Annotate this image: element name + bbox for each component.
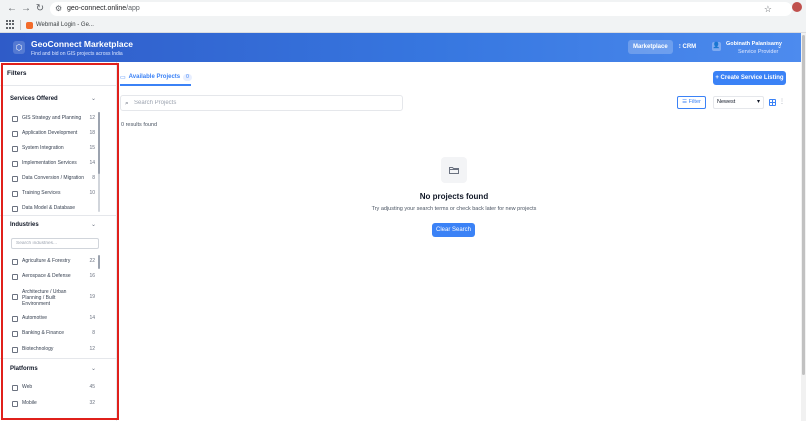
search-icon: ⌕ [125, 100, 129, 107]
option-aerospace[interactable]: Aerospace & Defense 16 [12, 273, 95, 280]
bookmark-divider [20, 20, 21, 30]
option-app-development[interactable]: Application Development 18 [12, 130, 95, 137]
checkbox[interactable] [12, 401, 18, 407]
filters-sidebar: Filters Services Offered ⌄ GIS Strategy … [0, 62, 117, 421]
option-gis-strategy[interactable]: GIS Strategy and Planning 12 [12, 115, 95, 122]
filters-title: Filters [7, 70, 27, 77]
app-header: ⬡ GeoConnect Marketplace Find and bid on… [0, 33, 801, 62]
checkbox[interactable] [12, 385, 18, 391]
option-mobile[interactable]: Mobile 32 [12, 400, 95, 407]
page-scroll-thumb[interactable] [802, 35, 805, 375]
checkbox[interactable] [12, 274, 18, 280]
option-biotechnology[interactable]: Biotechnology 12 [12, 346, 95, 353]
section-title-industries[interactable]: Industries [10, 222, 39, 228]
empty-state-subtitle: Try adjusting your search terms or check… [371, 206, 537, 212]
checkbox[interactable] [12, 161, 18, 167]
chevron-down-icon[interactable]: ⌄ [777, 43, 782, 50]
divider [0, 358, 116, 359]
bookmark-star-icon[interactable]: ☆ [764, 3, 772, 15]
address-bar[interactable]: ⚙ geo-connect.online/app ☆ [50, 2, 792, 16]
brand-title: GeoConnect Marketplace [31, 39, 134, 49]
chevron-down-icon: ▾ [756, 99, 760, 105]
bookmark-webmail[interactable]: Webmail Login - Ge... [26, 19, 94, 31]
webmail-favicon-icon [26, 21, 33, 29]
user-name[interactable]: Gobinath Palanisamy [726, 41, 782, 47]
chart-icon: ⫶ [679, 44, 681, 50]
tab-underline [120, 84, 191, 86]
create-service-listing-button[interactable]: + Create Service Listing [713, 71, 786, 85]
sort-select[interactable]: Newest ▾ [713, 96, 764, 109]
chevron-down-icon[interactable]: ⌄ [91, 365, 96, 372]
search-input[interactable] [134, 98, 394, 108]
brand-subtitle: Find and bid on GIS projects across Indi… [31, 51, 123, 57]
logo-icon: ⬡ [13, 41, 25, 54]
results-count: 0 results found [121, 122, 158, 128]
services-scroll-thumb[interactable] [98, 112, 100, 174]
divider [0, 215, 116, 216]
checkbox[interactable] [12, 146, 18, 152]
empty-state-title: No projects found [419, 192, 489, 201]
checkbox[interactable] [12, 259, 18, 265]
forward-icon[interactable]: → [20, 3, 32, 15]
tab-count-badge: 0 [183, 73, 192, 81]
divider [0, 85, 116, 86]
option-training[interactable]: Training Services 10 [12, 190, 95, 197]
tab-available-projects[interactable]: ▭ Available Projects 0 [120, 70, 192, 84]
grid-view-icon[interactable] [769, 99, 776, 106]
user-role: Service Provider [738, 49, 779, 55]
checkbox[interactable] [12, 176, 18, 182]
crm-button[interactable]: ⫶ CRM [674, 40, 701, 54]
industries-search-input[interactable] [11, 238, 99, 249]
site-info-icon[interactable]: ⚙ [55, 4, 62, 14]
user-avatar-icon[interactable]: 👤 [712, 42, 721, 51]
option-system-integration[interactable]: System Integration 15 [12, 145, 95, 152]
page-scrollbar[interactable] [801, 33, 806, 421]
section-title-platforms[interactable]: Platforms [10, 366, 38, 372]
checkbox[interactable] [12, 131, 18, 137]
url-text[interactable]: geo-connect.online/app [67, 4, 140, 14]
filter-button[interactable]: ☰ Filter [677, 96, 706, 109]
bookmarks-bar: Webmail Login - Ge... [0, 18, 806, 32]
marketplace-button[interactable]: Marketplace [628, 40, 673, 54]
checkbox[interactable] [12, 191, 18, 197]
checkbox[interactable] [12, 331, 18, 337]
option-automotive[interactable]: Automotive 14 [12, 315, 95, 322]
checkbox[interactable] [12, 294, 18, 300]
folder-icon: ▭ [120, 74, 126, 81]
option-banking[interactable]: Banking & Finance 8 [12, 330, 95, 337]
option-agriculture[interactable]: Agriculture & Forestry 22 [12, 258, 95, 265]
clear-search-button[interactable]: Clear Search [432, 223, 475, 237]
checkbox[interactable] [12, 316, 18, 322]
apps-grid-icon[interactable] [6, 20, 15, 29]
list-view-icon[interactable]: ⋮ [779, 99, 785, 106]
chevron-down-icon[interactable]: ⌄ [91, 221, 96, 228]
tab-label: Available Projects [128, 74, 181, 80]
industries-scroll-thumb[interactable] [98, 255, 100, 269]
profile-avatar[interactable] [792, 2, 802, 12]
browser-chrome: ← → ↻ ⚙ geo-connect.online/app ☆ Webmail… [0, 0, 806, 33]
chevron-down-icon[interactable]: ⌄ [91, 95, 96, 102]
checkbox[interactable] [12, 347, 18, 353]
option-architecture[interactable]: Architecture / Urban Planning / Built En… [12, 289, 95, 307]
option-data-model[interactable]: Data Model & Database [12, 205, 95, 212]
reload-icon[interactable]: ↻ [34, 3, 46, 15]
back-icon[interactable]: ← [6, 3, 18, 15]
option-data-conversion[interactable]: Data Conversion / Migration 8 [12, 175, 95, 182]
project-search[interactable]: ⌕ [120, 95, 403, 111]
bookmark-label: Webmail Login - Ge... [36, 22, 94, 28]
empty-folder-icon [441, 157, 467, 183]
option-web[interactable]: Web 45 [12, 384, 95, 391]
checkbox[interactable] [12, 116, 18, 122]
checkbox[interactable] [12, 206, 18, 212]
option-implementation[interactable]: Implementation Services 14 [12, 160, 95, 167]
section-title-services[interactable]: Services Offered [10, 96, 58, 102]
